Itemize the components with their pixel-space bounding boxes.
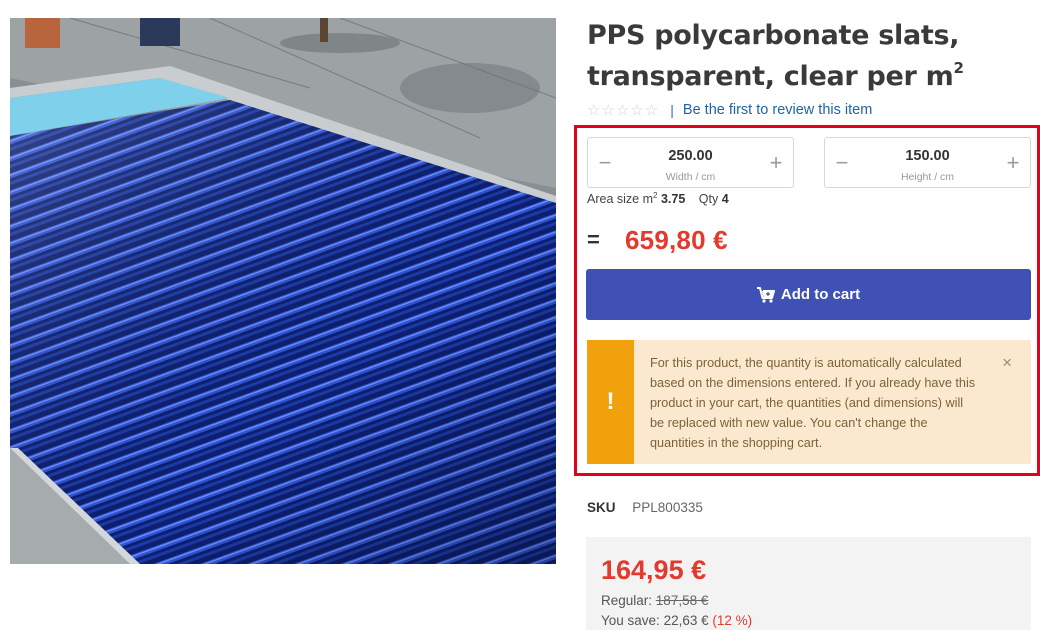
save-label: You save:	[601, 613, 660, 628]
regular-label: Regular:	[601, 593, 653, 608]
cart-plus-icon	[756, 286, 775, 303]
add-to-cart-button[interactable]: Add to cart	[586, 269, 1031, 320]
product-image[interactable]	[10, 18, 556, 564]
add-to-cart-label: Add to cart	[780, 286, 861, 303]
product-title: PPS polycarbonate slats, transparent, cl…	[587, 20, 1027, 93]
star-icon: ☆	[615, 101, 630, 119]
sku-label: SKU	[587, 500, 616, 515]
save-amount: 22,63 €	[663, 613, 709, 628]
title-superscript: 2	[953, 59, 964, 77]
star-icon: ☆	[644, 101, 659, 119]
save-percent: (12 %)	[712, 613, 753, 628]
warning-icon: !	[587, 340, 634, 464]
qty-label: Qty	[698, 192, 719, 206]
area-label: Area size m	[587, 192, 653, 206]
first-review-link[interactable]: Be the first to review this item	[683, 102, 872, 118]
width-unit-label: Width / cm	[665, 171, 716, 183]
height-stepper[interactable]: − 150.00 Height / cm +	[824, 137, 1031, 188]
area-superscript: 2	[653, 191, 658, 200]
quantity-info-alert: ! For this product, the quantity is auto…	[587, 340, 1031, 464]
star-icon: ☆	[587, 101, 601, 119]
total-price: 659,80 €	[625, 224, 728, 255]
close-icon[interactable]: ×	[1002, 354, 1012, 371]
rating-row: ☆ ☆ ☆ ☆ ☆ | Be the first to review this …	[587, 100, 872, 120]
sale-price: 164,95 €	[601, 555, 707, 585]
star-icon: ☆	[630, 101, 644, 119]
width-stepper[interactable]: − 250.00 Width / cm +	[587, 137, 794, 188]
rating-separator: |	[670, 102, 674, 118]
width-value[interactable]: 250.00	[618, 148, 763, 164]
price-panel: 164,95 € Regular: 187,58 € You save: 22,…	[586, 537, 1031, 630]
rating-stars: ☆ ☆ ☆ ☆ ☆	[587, 103, 658, 118]
width-increment-button[interactable]: +	[763, 148, 789, 178]
height-increment-button[interactable]: +	[1000, 148, 1026, 178]
equals-sign: =	[587, 227, 600, 252]
sku-row: SKU PPL800335	[587, 500, 703, 515]
savings-line: You save: 22,63 € (12 %)	[601, 613, 752, 628]
alert-message: For this product, the quantity is automa…	[650, 356, 976, 450]
area-summary: Area size m2 3.75 Qty 4	[587, 191, 729, 206]
height-value[interactable]: 150.00	[855, 148, 1000, 164]
width-decrement-button[interactable]: −	[592, 148, 618, 178]
qty-value: 4	[721, 192, 729, 206]
sku-value: PPL800335	[632, 500, 703, 515]
area-value: 3.75	[660, 192, 686, 206]
height-unit-label: Height / cm	[900, 171, 955, 183]
height-decrement-button[interactable]: −	[829, 148, 855, 178]
regular-price: 187,58 €	[655, 593, 709, 608]
product-title-text: PPS polycarbonate slats, transparent, cl…	[587, 20, 960, 92]
total-row: = 659,80 €	[587, 222, 728, 258]
star-icon: ☆	[601, 101, 615, 119]
pool-photo	[10, 18, 556, 564]
regular-price-line: Regular: 187,58 €	[601, 593, 708, 608]
